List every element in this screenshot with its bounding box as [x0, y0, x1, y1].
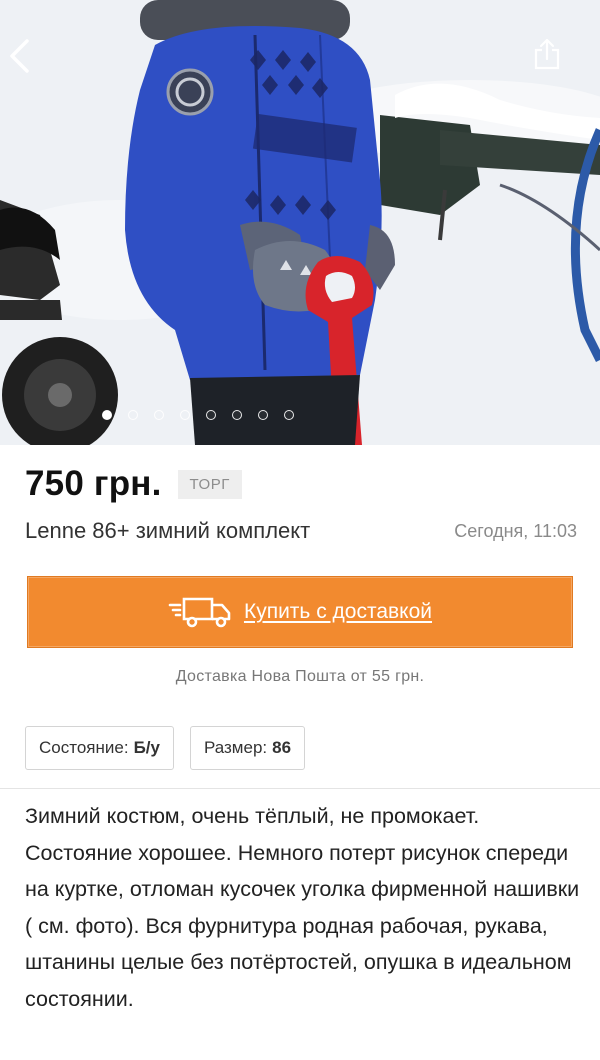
chevron-left-icon [10, 39, 29, 73]
share-button[interactable] [533, 38, 577, 82]
param-condition[interactable]: Состояние: Б/у [25, 726, 174, 770]
param-size[interactable]: Размер: 86 [189, 726, 306, 770]
delivery-note: Доставка Нова Пошта от 55 грн. [175, 668, 425, 685]
param-label: Состояние: [39, 738, 129, 757]
gallery-dot[interactable] [258, 410, 268, 420]
gallery-dot[interactable] [232, 410, 242, 420]
params-list: Состояние: Б/у Размер: 86 [25, 726, 306, 770]
param-value: Б/у [133, 738, 160, 757]
buy-with-delivery-button[interactable]: Купить с доставкой [27, 576, 573, 648]
price-row: 750 грн. ТОРГ [25, 460, 242, 508]
gallery-dot[interactable] [284, 410, 294, 420]
photo-image [0, 0, 600, 445]
buy-button-label: Купить с доставкой [243, 600, 433, 623]
listing-title: Lenne 86+ зимний комплект [25, 518, 311, 543]
param-label: Размер: [203, 738, 268, 757]
delivery-truck-icon [168, 594, 234, 630]
gallery-dot[interactable] [102, 410, 112, 420]
back-button[interactable] [8, 38, 48, 82]
param-value: 86 [272, 738, 292, 757]
gallery-dot[interactable] [206, 410, 216, 420]
gallery-pagination[interactable] [0, 406, 600, 424]
price: 750 грн. [25, 464, 162, 503]
listing-photo[interactable] [0, 0, 600, 445]
title-row: Lenne 86+ зимний комплект Сегодня, 11:03 [25, 518, 577, 544]
bargain-badge: ТОРГ [177, 469, 242, 499]
gallery-dot[interactable] [180, 410, 190, 420]
description-text: Зимний костюм, очень тёплый, не промокае… [25, 804, 580, 1011]
posted-date: Сегодня, 11:03 [454, 520, 577, 541]
gallery-dot[interactable] [154, 410, 164, 420]
divider [0, 788, 600, 789]
share-icon [534, 38, 560, 70]
gallery-dot[interactable] [128, 410, 138, 420]
